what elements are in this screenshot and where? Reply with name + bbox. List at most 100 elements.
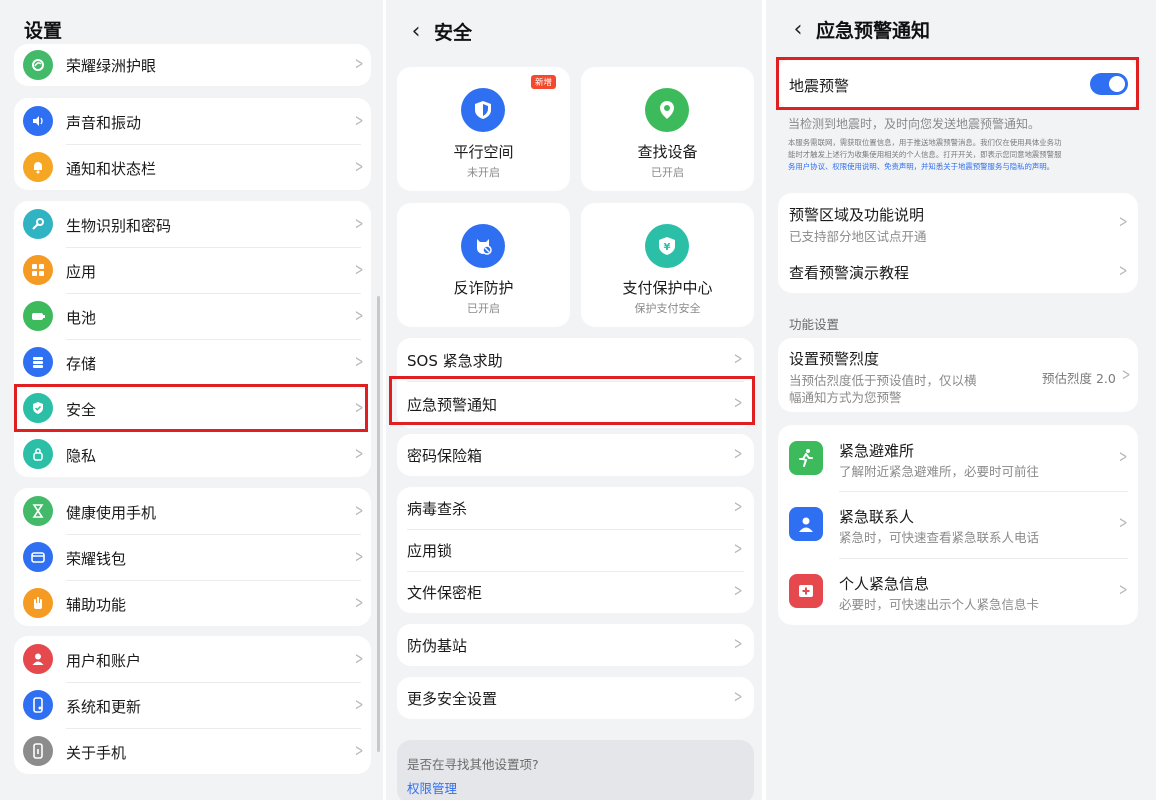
security-group-more: 更多安全设置 > xyxy=(397,677,754,719)
service-title: 紧急联系人 xyxy=(839,508,915,526)
chevron-right-icon: > xyxy=(1118,580,1128,600)
parallel-space-icon xyxy=(461,88,505,132)
apps-grid-icon xyxy=(23,255,53,285)
tile-title: 查找设备 xyxy=(637,143,698,161)
settings-item-sound[interactable]: 声音和振动 > xyxy=(14,98,371,144)
chevron-right-icon: > xyxy=(354,649,364,669)
hourglass-icon xyxy=(23,496,53,526)
tile-status: 未开启 xyxy=(467,166,500,179)
emergency-services-card: 紧急避难所 了解附近紧急避难所，必要时可前往 > 紧急联系人 紧急时，可快速查看… xyxy=(778,425,1138,625)
security-header: ‹ 安全 xyxy=(386,2,762,60)
settings-item-label: 通知和状态栏 xyxy=(66,160,157,178)
security-item-label: 密码保险箱 xyxy=(407,447,483,465)
service-subtitle: 必要时，可快速出示个人紧急信息卡 xyxy=(839,597,1040,612)
settings-item-eye-comfort[interactable]: 荣耀绿洲护眼 > xyxy=(14,44,371,86)
settings-item-storage[interactable]: 存储 > xyxy=(14,339,371,385)
intensity-setting-row[interactable]: 设置预警烈度 当预估烈度低于预设值时，仅以横 幅通知方式为您预警 预估烈度 2.… xyxy=(778,338,1138,412)
storage-icon xyxy=(23,347,53,377)
service-subtitle: 紧急时，可快速查看紧急联系人电话 xyxy=(839,530,1040,545)
settings-item-system-update[interactable]: 系统和更新 > xyxy=(14,682,371,728)
service-title: 紧急避难所 xyxy=(839,442,915,460)
settings-item-about-phone[interactable]: 关于手机 > xyxy=(14,728,371,774)
chevron-right-icon: > xyxy=(354,214,364,234)
chevron-right-icon: > xyxy=(733,444,743,464)
page-title: 设置 xyxy=(24,19,63,42)
highlight-box-emergency-alerts xyxy=(389,376,755,425)
demo-tutorial-label: 查看预警演示教程 xyxy=(789,264,910,282)
settings-item-apps[interactable]: 应用 > xyxy=(14,247,371,293)
eye-leaf-icon xyxy=(23,50,53,80)
settings-item-label: 生物识别和密码 xyxy=(66,217,172,235)
user-icon xyxy=(23,644,53,674)
service-row-medical-info[interactable]: 个人紧急信息 必要时，可快速出示个人紧急信息卡 > xyxy=(778,558,1138,625)
battery-icon xyxy=(23,301,53,331)
settings-item-biometrics[interactable]: 生物识别和密码 > xyxy=(14,201,371,247)
alert-region-row[interactable]: 预警区域及功能说明 已支持部分地区试点开通 > xyxy=(778,193,1138,251)
security-item-label: 防伪基站 xyxy=(407,637,468,655)
settings-item-privacy[interactable]: 隐私 > xyxy=(14,431,371,477)
chevron-right-icon: > xyxy=(354,54,364,74)
settings-item-notifications[interactable]: 通知和状态栏 > xyxy=(14,144,371,190)
demo-tutorial-row[interactable]: 查看预警演示教程 > xyxy=(778,251,1138,293)
chevron-right-icon: > xyxy=(354,593,364,613)
tile-find-device[interactable]: 查找设备 已开启 xyxy=(581,67,754,191)
permission-management-link[interactable]: 权限管理 xyxy=(407,778,457,797)
security-panel: ‹ 安全 新增 平行空间 未开启 查找设备 已开启 反诈防护 已开启 ¥ 支付保… xyxy=(386,0,762,800)
location-pin-icon xyxy=(645,88,689,132)
chevron-right-icon: > xyxy=(1118,261,1128,281)
earthquake-alert-description: 当检测到地震时，及时向您发送地震预警通知。 xyxy=(788,117,1041,131)
legal-text-line-3[interactable]: 务用户协议、权限使用说明、免责声明，并知悉关于地震预警服务与隐私的声明。 xyxy=(788,161,1054,172)
security-item-sos[interactable]: SOS 紧急求助 > xyxy=(397,338,754,381)
chevron-right-icon: > xyxy=(354,111,364,131)
security-item-label: 应用锁 xyxy=(407,542,453,560)
privacy-lock-icon xyxy=(23,439,53,469)
new-badge: 新增 xyxy=(530,75,556,89)
page-title: 应急预警通知 xyxy=(816,19,931,42)
chevron-right-icon: > xyxy=(1118,212,1128,232)
security-item-virus-scan[interactable]: 病毒查杀 > xyxy=(397,487,754,529)
service-row-emergency-contacts[interactable]: 紧急联系人 紧急时，可快速查看紧急联系人电话 > xyxy=(778,491,1138,558)
service-row-shelter[interactable]: 紧急避难所 了解附近紧急避难所，必要时可前往 > xyxy=(778,425,1138,491)
back-arrow-icon[interactable]: ‹ xyxy=(408,19,424,44)
intensity-value: 预估烈度 2.0 xyxy=(1042,371,1116,386)
chevron-right-icon: > xyxy=(733,497,743,517)
tile-payment-protection[interactable]: ¥ 支付保护中心 保护支付安全 xyxy=(581,203,754,327)
security-item-password-vault[interactable]: 密码保险箱 > xyxy=(397,434,754,476)
settings-item-label: 关于手机 xyxy=(66,744,127,762)
settings-group-system: 用户和账户 > 系统和更新 > 关于手机 > xyxy=(14,636,371,774)
service-subtitle: 了解附近紧急避难所，必要时可前往 xyxy=(839,464,1040,479)
security-item-label: SOS 紧急求助 xyxy=(407,352,503,370)
security-group-password: 密码保险箱 > xyxy=(397,434,754,476)
security-item-more-settings[interactable]: 更多安全设置 > xyxy=(397,677,754,719)
chevron-right-icon: > xyxy=(733,634,743,654)
chevron-right-icon: > xyxy=(354,741,364,761)
chevron-right-icon: > xyxy=(354,352,364,372)
security-item-fake-base-station[interactable]: 防伪基站 > xyxy=(397,624,754,666)
chevron-right-icon: > xyxy=(733,687,743,707)
chevron-right-icon: > xyxy=(354,444,364,464)
scrollbar[interactable] xyxy=(377,296,380,752)
settings-item-label: 存储 xyxy=(66,355,97,373)
security-item-app-lock[interactable]: 应用锁 > xyxy=(397,529,754,571)
chevron-right-icon: > xyxy=(733,581,743,601)
speaker-icon xyxy=(23,106,53,136)
wallet-icon xyxy=(23,542,53,572)
back-arrow-icon[interactable]: ‹ xyxy=(790,17,806,42)
security-item-file-safe[interactable]: 文件保密柜 > xyxy=(397,571,754,613)
tile-title: 反诈防护 xyxy=(453,279,514,297)
settings-group-sound: 声音和振动 > 通知和状态栏 > xyxy=(14,98,371,190)
settings-item-accounts[interactable]: 用户和账户 > xyxy=(14,636,371,682)
tile-title: 支付保护中心 xyxy=(622,279,713,297)
settings-item-battery[interactable]: 电池 > xyxy=(14,293,371,339)
chevron-right-icon: > xyxy=(1118,513,1128,533)
security-group-fake-station: 防伪基站 > xyxy=(397,624,754,666)
settings-item-digital-balance[interactable]: 健康使用手机 > xyxy=(14,488,371,534)
tile-anti-fraud[interactable]: 反诈防护 已开启 xyxy=(397,203,570,327)
security-item-label: 文件保密柜 xyxy=(407,584,483,602)
running-person-icon xyxy=(789,441,823,475)
settings-group-display: 荣耀绿洲护眼 > xyxy=(14,44,371,86)
settings-item-accessibility[interactable]: 辅助功能 > xyxy=(14,580,371,626)
service-title: 个人紧急信息 xyxy=(839,575,930,593)
settings-item-wallet[interactable]: 荣耀钱包 > xyxy=(14,534,371,580)
tile-parallel-space[interactable]: 新增 平行空间 未开启 xyxy=(397,67,570,191)
